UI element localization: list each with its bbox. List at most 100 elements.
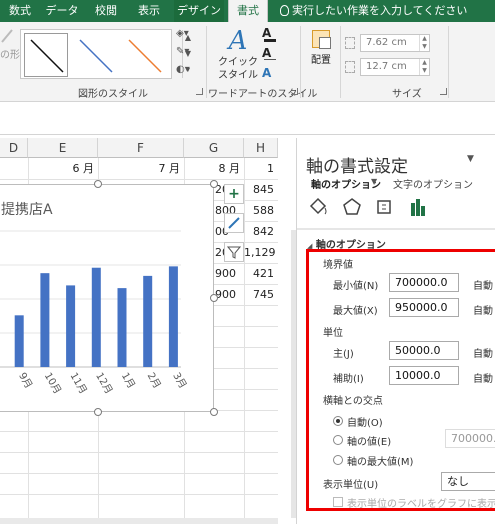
chart-bar[interactable]	[168, 266, 178, 367]
cell-h[interactable]: 588	[244, 200, 278, 221]
minor-auto-button[interactable]: 自動	[473, 370, 493, 385]
cross-label: 横軸との交点	[323, 396, 383, 407]
cell-h[interactable]: 842	[244, 221, 278, 242]
text-fill-icon[interactable]: A	[262, 26, 286, 42]
max-auto-button[interactable]: 自動	[473, 302, 493, 317]
cell-month[interactable]: 7 月	[98, 158, 184, 179]
show-units-label: 表示単位のラベルをグラフに表示する(S)	[347, 499, 495, 510]
cell-h[interactable]: 421	[244, 263, 278, 284]
wordart-launcher-icon[interactable]	[291, 88, 298, 95]
formula-bar-area	[0, 103, 495, 135]
axis-options-bar-chart-icon[interactable]	[407, 196, 429, 218]
size-group-label: サイズ	[392, 89, 422, 100]
column-header-e[interactable]: E	[28, 138, 98, 158]
size-properties-icon[interactable]	[373, 196, 395, 218]
cell-h[interactable]: 745	[244, 284, 278, 305]
chart-elements-button[interactable]: +	[224, 184, 244, 204]
resize-handle[interactable]	[210, 294, 218, 302]
radio-cross-max[interactable]	[333, 455, 343, 465]
height-spinner[interactable]: ▲ ▼	[419, 35, 429, 51]
group-separator	[300, 26, 301, 98]
arrange-button[interactable]: 配置	[306, 30, 336, 80]
cell-h[interactable]: 1,129	[244, 242, 278, 263]
excel-window: 数式 データ 校閲 表示 デザイン 書式 実行したい作業を入力してください の形…	[0, 0, 495, 524]
column-header-f[interactable]: F	[98, 138, 184, 158]
display-units-label: 表示単位(U)	[323, 480, 379, 491]
chart-bar[interactable]	[117, 288, 127, 367]
width-input[interactable]: 12.7 cm ▲ ▼	[360, 58, 430, 76]
edit-shape-icon[interactable]	[0, 28, 14, 44]
show-units-checkbox[interactable]	[333, 497, 343, 507]
cell-month[interactable]: 6 月	[28, 158, 98, 179]
shape-effects-icon[interactable]: ◐▾	[176, 64, 196, 78]
resize-handle[interactable]	[210, 180, 218, 188]
radio-cross-auto[interactable]	[333, 416, 343, 426]
width-value: 12.7 cm	[366, 61, 407, 72]
tab-view[interactable]: 表示	[132, 0, 166, 22]
chart-area[interactable]: 提携店A 9月 10月 11月 12月 1月 2月 3月	[0, 180, 218, 416]
resize-handle[interactable]	[210, 408, 218, 416]
pane-title: 軸の書式設定	[306, 157, 408, 177]
chart-styles-button[interactable]	[224, 213, 244, 233]
chart-bar[interactable]	[91, 267, 101, 367]
style-option-blue[interactable]	[73, 33, 117, 77]
chart-filters-button[interactable]	[224, 242, 244, 262]
major-unit-input[interactable]: 50000.0	[389, 341, 459, 360]
pane-options-dropdown-icon[interactable]: ▼	[467, 154, 474, 164]
axis-options-dropdown-icon[interactable]: ▼	[371, 177, 377, 186]
size-launcher-icon[interactable]	[440, 88, 447, 95]
chart-bar[interactable]	[40, 273, 50, 367]
cell-g[interactable]: 900	[214, 284, 244, 305]
group-separator	[340, 26, 341, 98]
units-label: 単位	[323, 328, 343, 339]
column-header-h[interactable]: H	[244, 138, 278, 158]
tab-review[interactable]: 校閲	[88, 0, 124, 22]
tab-data[interactable]: データ	[44, 0, 80, 22]
chart-bar[interactable]	[66, 285, 76, 367]
tab-text-options[interactable]: 文字のオプション	[393, 176, 473, 191]
group-separator	[448, 26, 449, 98]
worksheet[interactable]: D E F G H 6 月 7 月 8 月 1 20 800 00 20 900	[0, 138, 278, 518]
min-value-input[interactable]: 700000.0	[389, 273, 459, 292]
resize-handle[interactable]	[94, 180, 102, 188]
effects-pentagon-icon[interactable]	[341, 196, 363, 218]
chart-bar[interactable]	[14, 315, 24, 367]
style-option-black[interactable]	[24, 33, 68, 77]
shape-styles-launcher-icon[interactable]	[196, 88, 203, 95]
max-value-input[interactable]: 950000.0	[389, 298, 459, 317]
cross-value-input[interactable]: 700000.0	[445, 429, 495, 448]
chart-category-label: 1月	[119, 371, 138, 391]
shape-fill-icon[interactable]: ◈▾	[176, 28, 196, 42]
width-spinner[interactable]: ▲ ▼	[419, 59, 429, 75]
height-input[interactable]: 7.62 cm ▲ ▼	[360, 34, 430, 52]
display-units-select[interactable]: なし	[441, 472, 495, 491]
chart-bar[interactable]	[143, 275, 153, 367]
height-icon	[345, 37, 355, 49]
tell-me-box[interactable]: 実行したい作業を入力してください	[292, 0, 492, 22]
style-option-orange[interactable]	[122, 33, 166, 77]
sheet-horizontal-scrollbar[interactable]	[0, 518, 278, 524]
chart-category-label: 9月	[16, 371, 35, 391]
minor-unit-input[interactable]: 10000.0	[389, 366, 459, 385]
major-auto-button[interactable]: 自動	[473, 345, 493, 360]
chart-plot[interactable]: 9月 10月 11月 12月 1月 2月 3月	[0, 185, 215, 413]
shape-outline-icon[interactable]: ✎▾	[176, 46, 196, 60]
column-header-d[interactable]: D	[0, 138, 28, 158]
cell-month[interactable]: 8 月	[184, 158, 244, 179]
radio-cross-value[interactable]	[333, 435, 343, 445]
cell-g[interactable]: 900	[214, 263, 244, 284]
fill-line-icon[interactable]	[307, 196, 329, 218]
tab-format[interactable]: 書式	[228, 0, 268, 22]
min-auto-button[interactable]: 自動	[473, 277, 493, 292]
quick-style-button[interactable]: A クイック スタイル	[218, 26, 258, 82]
shape-styles-group-label: 図形のスタイル	[78, 89, 148, 100]
text-outline-icon[interactable]: A	[262, 46, 286, 62]
cell-month[interactable]: 1	[244, 158, 278, 179]
display-units-value: なし	[447, 475, 469, 488]
tab-design[interactable]: デザイン	[174, 0, 224, 22]
resize-handle[interactable]	[94, 408, 102, 416]
cell-h[interactable]: 845	[244, 179, 278, 200]
text-effects-icon[interactable]: A	[262, 66, 286, 82]
column-header-g[interactable]: G	[184, 138, 244, 158]
tab-formulas[interactable]: 数式	[2, 0, 38, 22]
